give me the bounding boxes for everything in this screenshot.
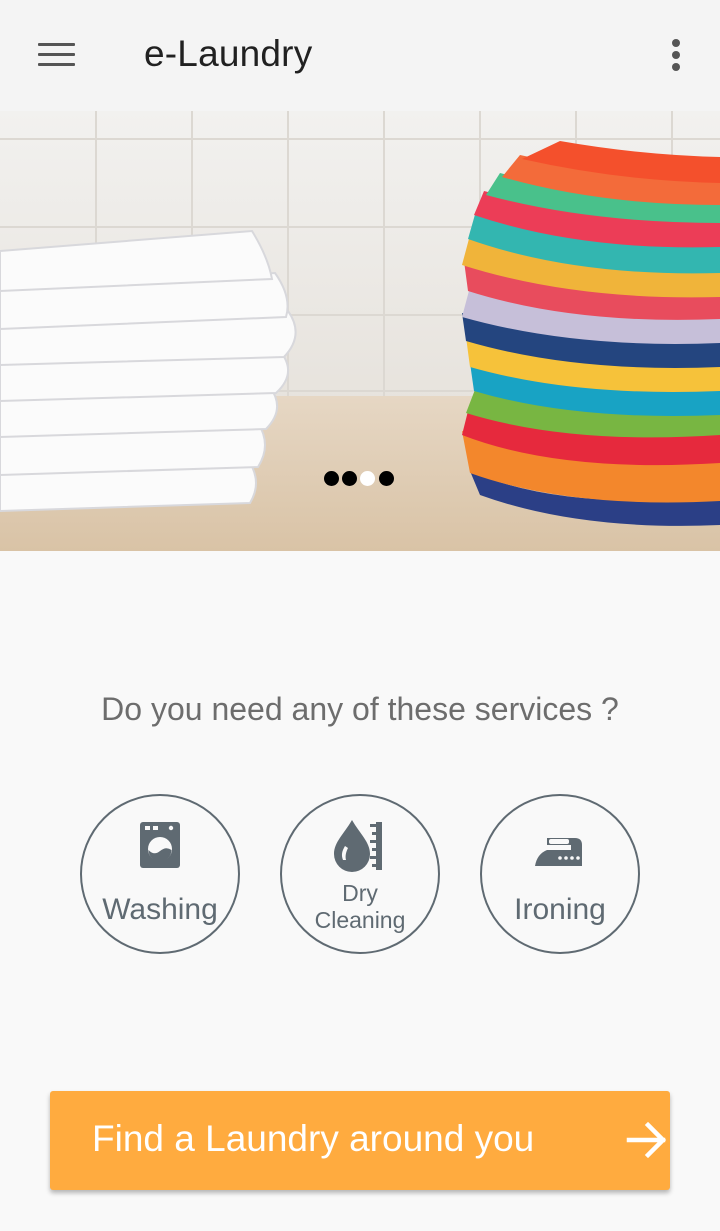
banner-image-folded-clothes: [0, 111, 720, 551]
carousel-dot[interactable]: [324, 471, 339, 486]
dry-cleaning-drop-icon: [334, 820, 382, 872]
carousel-dot[interactable]: [342, 471, 357, 486]
ironing-service-button[interactable]: Ironing: [480, 794, 640, 954]
service-label: Washing: [102, 893, 218, 926]
services-prompt: Do you need any of these services ?: [101, 691, 619, 727]
carousel-dot[interactable]: [379, 471, 394, 486]
image-carousel[interactable]: [0, 111, 720, 551]
more-vertical-icon[interactable]: [652, 30, 700, 80]
washing-service-button[interactable]: Washing: [80, 794, 240, 954]
find-laundry-label: Find a Laundry around you: [92, 1118, 535, 1159]
hamburger-menu-icon[interactable]: [22, 26, 90, 84]
washing-machine-icon: [140, 822, 180, 868]
app-bar: e-Laundry: [0, 0, 720, 111]
iron-icon: [535, 838, 582, 866]
carousel-dot[interactable]: [360, 471, 375, 486]
find-laundry-button[interactable]: Find a Laundry around you: [50, 1091, 670, 1190]
arrow-right-icon: [626, 1121, 667, 1159]
service-label: Dry: [342, 880, 378, 906]
dry-cleaning-service-button[interactable]: Dry Cleaning: [280, 794, 440, 954]
service-label: Ironing: [514, 893, 606, 926]
app-title: e-Laundry: [144, 33, 313, 74]
service-label: Cleaning: [314, 907, 406, 933]
